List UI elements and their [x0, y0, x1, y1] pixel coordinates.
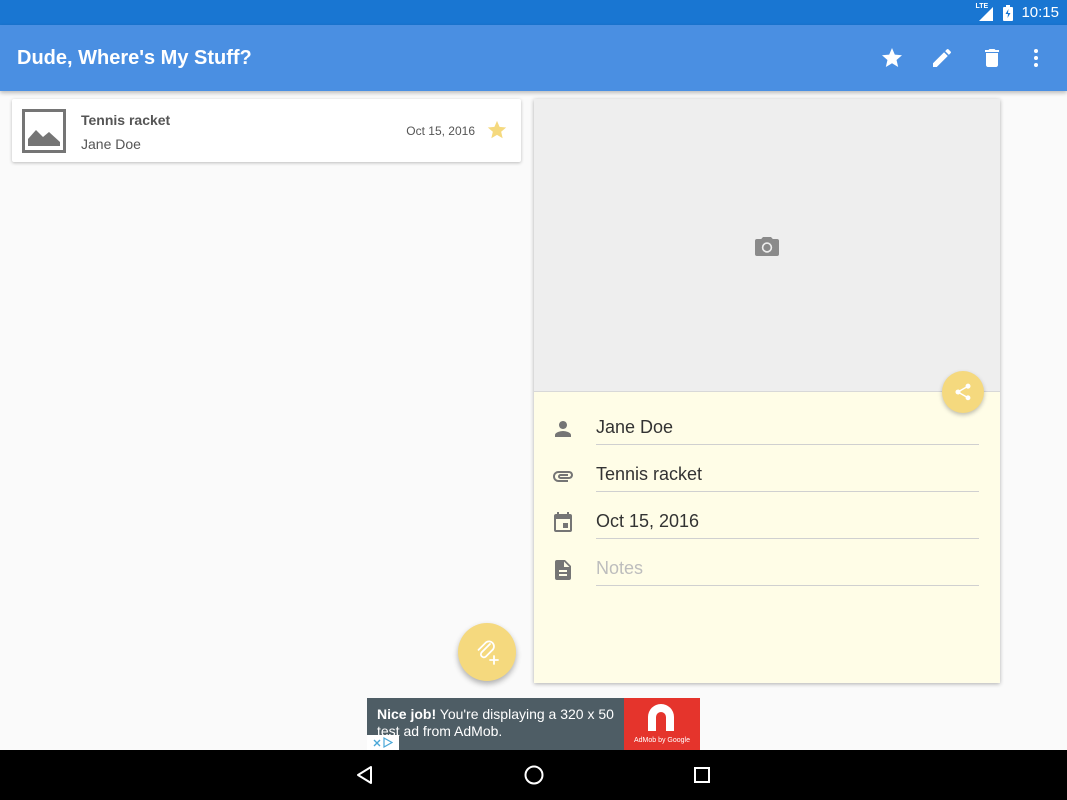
photo-area[interactable] — [534, 99, 1000, 392]
ad-text: Nice job! You're displaying a 320 x 50 t… — [377, 706, 627, 740]
delete-button[interactable] — [978, 44, 1006, 72]
app-bar: Dude, Where's My Stuff? — [0, 25, 1067, 91]
detail-card — [534, 99, 1000, 683]
pencil-icon — [933, 48, 952, 67]
ad-bold-text: Nice job! — [377, 706, 437, 722]
date-input[interactable] — [596, 509, 979, 539]
battery-icon — [1003, 4, 1014, 21]
share-icon — [955, 383, 971, 401]
item-person: Jane Doe — [81, 136, 141, 152]
image-placeholder-icon — [22, 109, 66, 153]
attach-add-icon — [477, 640, 499, 665]
admob-logo-icon — [648, 704, 674, 731]
app-title: Dude, Where's My Stuff? — [17, 47, 252, 69]
item-name: Tennis racket — [81, 112, 171, 128]
star-icon[interactable] — [486, 119, 508, 141]
add-item-button[interactable] — [458, 623, 516, 681]
admob-caption: AdMob by Google — [633, 737, 691, 744]
star-icon — [882, 48, 902, 67]
calendar-icon — [554, 512, 572, 532]
back-icon — [357, 766, 372, 784]
favorite-button[interactable] — [878, 44, 906, 72]
status-bar: LTE 10:15 — [0, 0, 1067, 25]
signal-icon: LTE — [975, 3, 995, 22]
share-button[interactable] — [942, 371, 984, 413]
camera-icon — [755, 237, 779, 256]
notes-field-row — [534, 550, 1000, 590]
person-input[interactable] — [596, 415, 979, 445]
item-input[interactable] — [596, 462, 979, 492]
overflow-menu-button[interactable] — [1022, 44, 1050, 72]
notes-input[interactable] — [596, 556, 979, 586]
navigation-bar — [0, 750, 1067, 800]
recents-icon — [694, 767, 710, 783]
item-date: Oct 15, 2016 — [406, 124, 475, 138]
date-field-row — [534, 503, 1000, 543]
status-time: 10:15 — [1021, 4, 1059, 21]
recents-button[interactable] — [690, 763, 714, 787]
trash-icon — [985, 49, 999, 67]
document-icon — [555, 560, 571, 580]
status-icons: LTE 10:15 — [975, 3, 1059, 22]
admob-logo: AdMob by Google — [624, 698, 700, 750]
back-button[interactable] — [353, 763, 377, 787]
more-vert-icon — [1034, 49, 1038, 67]
edit-button[interactable] — [928, 44, 956, 72]
paperclip-icon — [553, 471, 573, 482]
adchoices-icon[interactable] — [367, 735, 399, 750]
list-item[interactable]: Tennis racket Jane Doe Oct 15, 2016 — [12, 99, 521, 162]
item-field-row — [534, 456, 1000, 496]
home-icon — [524, 765, 544, 785]
home-button[interactable] — [522, 763, 546, 787]
person-icon — [555, 421, 571, 437]
person-field-row — [534, 409, 1000, 449]
ad-banner[interactable]: Nice job! You're displaying a 320 x 50 t… — [367, 698, 700, 750]
